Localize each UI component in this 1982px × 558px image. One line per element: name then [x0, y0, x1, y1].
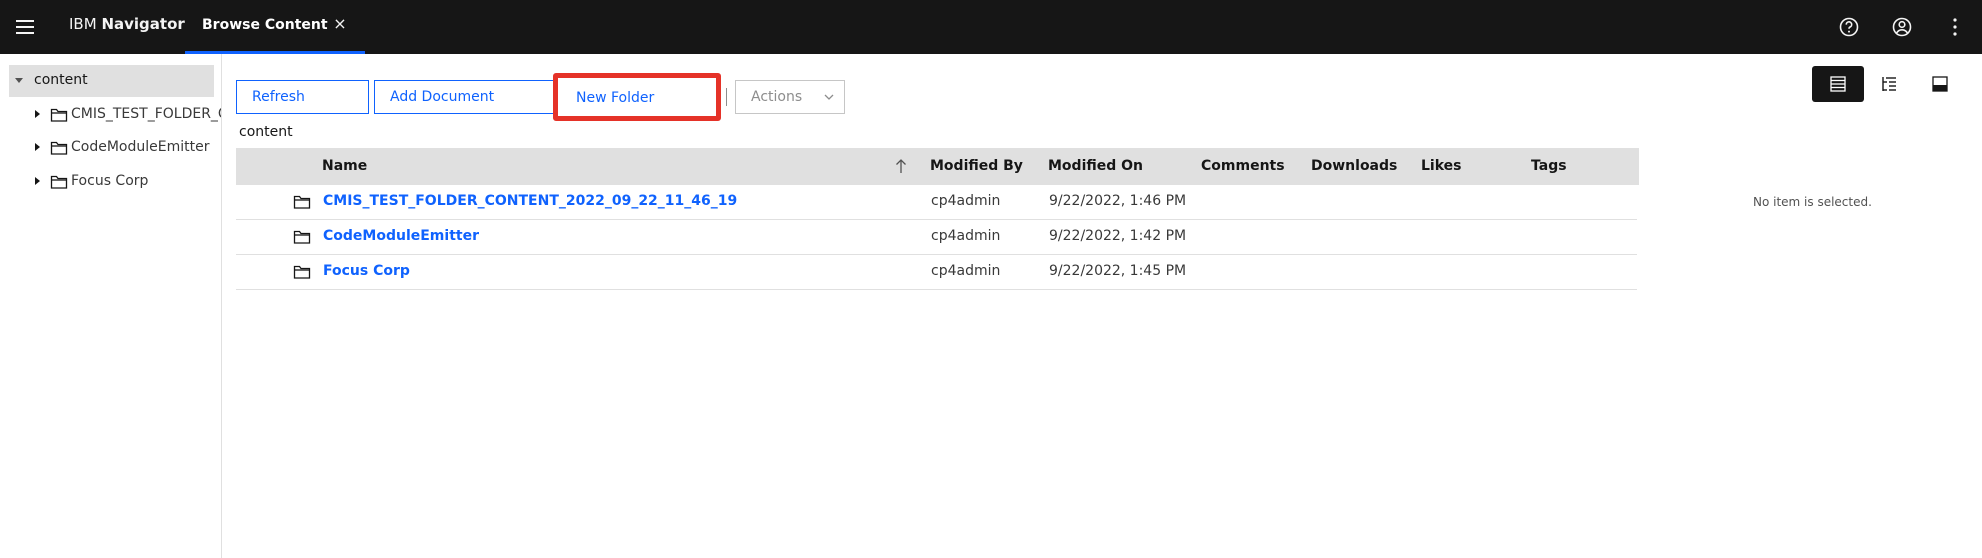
row-name-link[interactable]: CMIS_TEST_FOLDER_CONTENT_2022_09_22_11_4…	[323, 193, 737, 209]
row-modified-on: 9/22/2022, 1:46 PM	[1049, 193, 1187, 209]
actions-dropdown[interactable]: Actions	[735, 80, 845, 114]
table-row[interactable]: CodeModuleEmitter cp4admin 9/22/2022, 1:…	[236, 220, 1637, 255]
sort-ascending-icon[interactable]	[893, 156, 909, 176]
folder-icon	[293, 265, 311, 279]
user-avatar-icon[interactable]	[1884, 9, 1920, 45]
tree-item-codemoduleemitter[interactable]: CodeModuleEmitter	[30, 133, 222, 163]
caret-right-icon[interactable]	[35, 177, 40, 185]
refresh-button-label: Refresh	[252, 89, 305, 105]
add-document-button-label: Add Document	[390, 89, 495, 105]
help-icon[interactable]	[1831, 9, 1867, 45]
folder-tree: content CMIS_TEST_FOLDER_CONTENT_2022_09…	[0, 54, 222, 558]
column-header-downloads[interactable]: Downloads	[1311, 158, 1397, 174]
caret-down-icon[interactable]	[15, 78, 23, 83]
folder-icon	[50, 175, 68, 189]
column-header-modified-by[interactable]: Modified By	[930, 158, 1023, 174]
column-header-tags[interactable]: Tags	[1531, 158, 1567, 174]
row-modified-by: cp4admin	[931, 193, 1001, 209]
brand-prefix: IBM	[69, 15, 97, 33]
hamburger-menu-icon[interactable]	[10, 9, 46, 45]
app-brand: IBM Navigator	[69, 15, 185, 33]
filmstrip-view-icon[interactable]	[1914, 66, 1966, 102]
table-row[interactable]: CMIS_TEST_FOLDER_CONTENT_2022_09_22_11_4…	[236, 185, 1637, 220]
tree-item-cmis-test-folder[interactable]: CMIS_TEST_FOLDER_CONTENT_2022_09_22_11_4…	[30, 100, 222, 130]
folder-icon	[293, 230, 311, 244]
tree-root-label: content	[34, 72, 88, 88]
chevron-down-icon	[824, 94, 834, 100]
row-name-link[interactable]: Focus Corp	[323, 263, 410, 279]
row-modified-on: 9/22/2022, 1:45 PM	[1049, 263, 1187, 279]
column-header-likes[interactable]: Likes	[1421, 158, 1461, 174]
details-view-icon[interactable]	[1812, 66, 1864, 102]
new-folder-button-label: New Folder	[576, 90, 655, 106]
column-header-name[interactable]: Name	[322, 158, 367, 174]
refresh-button[interactable]: Refresh	[236, 80, 369, 114]
tree-item-label: CMIS_TEST_FOLDER_CONTENT_2022_09_22_11_4…	[71, 106, 221, 122]
breadcrumb[interactable]: content	[239, 124, 293, 140]
caret-right-icon[interactable]	[35, 143, 40, 151]
view-switcher	[1812, 66, 1966, 102]
row-modified-by: cp4admin	[931, 228, 1001, 244]
tab-label: Browse Content	[202, 17, 328, 33]
new-folder-button[interactable]: New Folder	[553, 73, 721, 121]
row-name-link[interactable]: CodeModuleEmitter	[323, 228, 479, 244]
row-modified-on: 9/22/2022, 1:42 PM	[1049, 228, 1187, 244]
add-document-button[interactable]: Add Document	[374, 80, 554, 114]
overflow-menu-icon[interactable]	[1937, 9, 1973, 45]
table-header: Name Modified By Modified On Comments Do…	[236, 148, 1639, 185]
close-tab-icon[interactable]: ×	[331, 14, 349, 34]
tree-view-icon[interactable]	[1863, 66, 1915, 102]
column-header-modified-on[interactable]: Modified On	[1048, 158, 1143, 174]
folder-icon	[50, 141, 68, 155]
tab-browse-content[interactable]: Browse Content ×	[185, 0, 365, 54]
tree-item-focus-corp[interactable]: Focus Corp	[30, 167, 222, 197]
tree-item-label: CodeModuleEmitter	[71, 139, 210, 155]
actions-dropdown-label: Actions	[751, 89, 803, 105]
toolbar-divider	[726, 88, 727, 106]
folder-icon	[50, 108, 68, 122]
details-empty-message: No item is selected.	[1753, 195, 1872, 209]
column-header-comments[interactable]: Comments	[1201, 158, 1285, 174]
folder-icon	[293, 195, 311, 209]
app-header: IBM Navigator Browse Content ×	[0, 0, 1982, 54]
tree-item-label: Focus Corp	[71, 173, 149, 189]
brand-name: Navigator	[101, 15, 185, 33]
caret-right-icon[interactable]	[35, 110, 40, 118]
row-modified-by: cp4admin	[931, 263, 1001, 279]
table-row[interactable]: Focus Corp cp4admin 9/22/2022, 1:45 PM	[236, 255, 1637, 290]
tree-item-content[interactable]: content	[9, 65, 214, 97]
